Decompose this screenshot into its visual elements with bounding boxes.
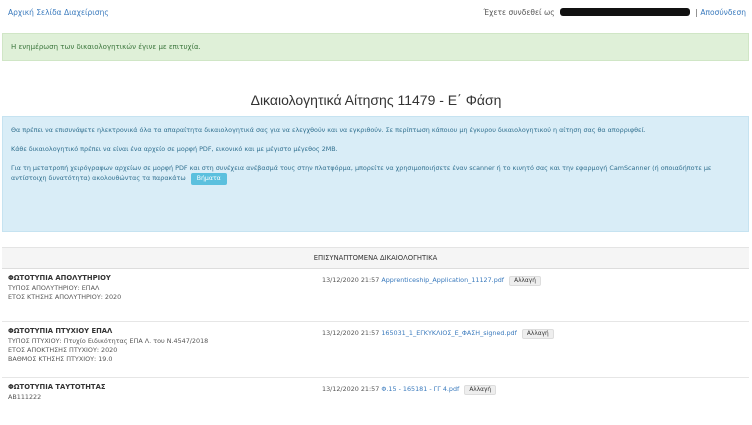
success-alert: Η ενημέρωση των δικαιολογητικών έγινε με… <box>2 33 749 61</box>
info-paragraph-3: Για τη μετατροπή χειρόγραφων αρχείων σε … <box>11 163 740 185</box>
row-detail: ΒΑΘΜΟΣ ΚΤΗΣΗΣ ΠΤΥΧΙΟΥ: 19.0 <box>8 355 113 363</box>
document-link[interactable]: Apprenticeship_Application_11127.pdf <box>381 276 504 284</box>
upload-timestamp: 13/12/2020 21:57 <box>322 385 380 393</box>
document-link[interactable]: Φ.15 - 165181 - ΓΓ 4.pdf <box>381 385 459 393</box>
row-detail: ΕΤΟΣ ΑΠΟΚΤΗΣΗΣ ΠΤΥΧΙΟΥ: 2020 <box>8 346 118 354</box>
redacted-username <box>560 8 691 16</box>
document-link[interactable]: 165031_1_ΕΓΚΥΚΛΙΟΣ_Ε_ΦΑΣΗ_signed.pdf <box>381 329 517 337</box>
table-header: ΕΠΙΣΥΝΑΠΤΟΜΕΝΑ ΔΙΚΑΙΟΛΟΓΗΤΙΚΑ <box>2 247 749 269</box>
row-document: 13/12/2020 21:57 165031_1_ΕΓΚΥΚΛΙΟΣ_Ε_ΦΑ… <box>322 329 554 339</box>
info-paragraph-3-text: Για τη μετατροπή χειρόγραφων αρχείων σε … <box>11 164 712 182</box>
upload-timestamp: 13/12/2020 21:57 <box>322 329 380 337</box>
info-paragraph-1: Θα πρέπει να επισυνάψετε ηλεκτρονικά όλα… <box>11 126 646 134</box>
info-box: Θα πρέπει να επισυνάψετε ηλεκτρονικά όλα… <box>2 116 749 232</box>
top-bar: Αρχική Σελίδα Διαχείρισης Έχετε συνδεθεί… <box>0 0 752 22</box>
upload-timestamp: 13/12/2020 21:57 <box>322 276 380 284</box>
change-button[interactable]: Αλλαγή <box>521 329 554 339</box>
logged-in-label: Έχετε συνδεθεί ως <box>483 8 555 17</box>
breadcrumb-home-link[interactable]: Αρχική Σελίδα Διαχείρισης <box>8 8 109 17</box>
table-row: ΦΩΤΟΤΥΠΙΑ ΠΤΥΧΙΟΥ ΕΠΑΛ ΤΥΠΟΣ ΠΤΥΧΙΟΥ: Πτ… <box>2 322 749 378</box>
row-document: 13/12/2020 21:57 Φ.15 - 165181 - ΓΓ 4.pd… <box>322 385 497 395</box>
table-row: ΦΩΤΟΤΥΠΙΑ ΤΑΥΤΟΤΗΤΑΣ AB111222 13/12/2020… <box>2 378 749 411</box>
change-button[interactable]: Αλλαγή <box>464 385 497 395</box>
logout-link[interactable]: Αποσύνδεση <box>700 8 746 17</box>
change-button[interactable]: Αλλαγή <box>509 276 541 286</box>
steps-button[interactable]: Βήματα <box>190 173 227 185</box>
page-title: Δικαιολογητικά Αίτησης 11479 - Ε΄ Φάση <box>250 92 502 108</box>
info-paragraph-2: Κάθε δικαιολογητικό πρέπει να είναι ένα … <box>11 145 338 153</box>
attachments-table: ΕΠΙΣΥΝΑΠΤΟΜΕΝΑ ΔΙΚΑΙΟΛΟΓΗΤΙΚΑ ΦΩΤΟΤΥΠΙΑ … <box>2 247 749 411</box>
row-detail: ΕΤΟΣ ΚΤΗΣΗΣ ΑΠΟΛΥΤΗΡΙΟΥ: 2020 <box>8 293 122 301</box>
user-info: Έχετε συνδεθεί ως | Αποσύνδεση <box>483 8 746 17</box>
table-row: ΦΩΤΟΤΥΠΙΑ ΑΠΟΛΥΤΗΡΙΟΥ ΤΥΠΟΣ ΑΠΟΛΥΤΗΡΙΟΥ:… <box>2 269 749 322</box>
row-document: 13/12/2020 21:57 Apprenticeship_Applicat… <box>322 276 541 286</box>
